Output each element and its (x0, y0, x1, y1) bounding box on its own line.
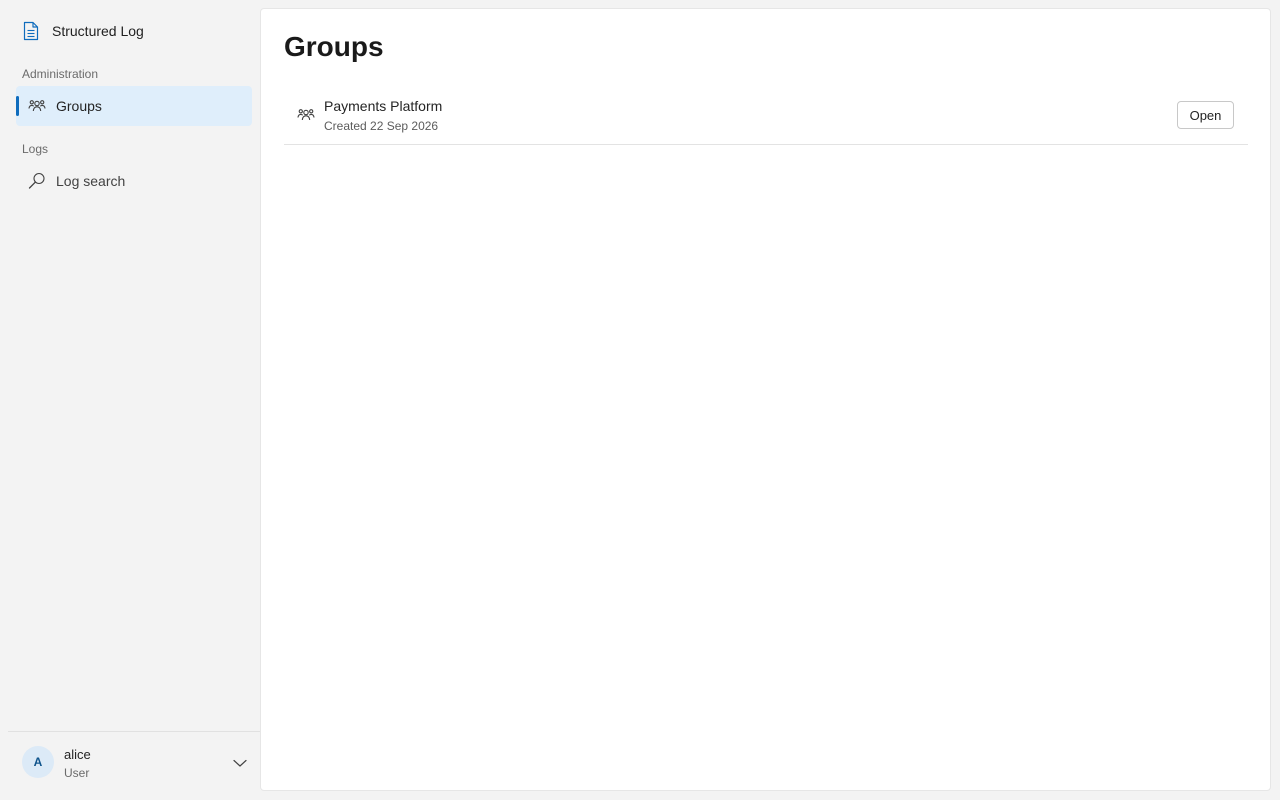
group-created-date: Created 22 Sep 2026 (324, 119, 439, 133)
app-brand[interactable]: Structured Log (22, 20, 144, 42)
user-menu[interactable]: A alice User (22, 746, 252, 780)
app-title: Structured Log (52, 23, 144, 39)
active-indicator (16, 96, 19, 116)
document-icon (22, 21, 40, 41)
section-label-administration: Administration (22, 67, 99, 81)
group-name: Payments Platform (324, 98, 443, 114)
app-root: Structured Log Administration Groups Log… (0, 0, 1280, 800)
open-group-button[interactable]: Open (1177, 101, 1234, 129)
search-icon (28, 172, 46, 190)
section-label-logs: Logs (22, 142, 49, 156)
sidebar-item-label: Log search (56, 173, 126, 189)
chevron-down-icon[interactable] (232, 755, 248, 771)
sidebar-item-label: Groups (56, 98, 102, 114)
sidebar-item-log-search[interactable]: Log search (16, 161, 252, 201)
list-item: Payments Platform Created 22 Sep 2026 Op… (284, 93, 1248, 145)
people-icon (28, 97, 46, 115)
user-role: User (64, 766, 90, 780)
sidebar: Structured Log Administration Groups Log… (0, 0, 260, 800)
avatar: A (22, 746, 54, 778)
sidebar-item-groups[interactable]: Groups (16, 86, 252, 126)
user-name: alice (64, 747, 91, 762)
people-icon (297, 106, 315, 124)
sidebar-divider (8, 731, 260, 732)
main-content: Groups Payments Platform Created 22 Sep … (260, 8, 1271, 791)
page-title: Groups (284, 31, 384, 62)
